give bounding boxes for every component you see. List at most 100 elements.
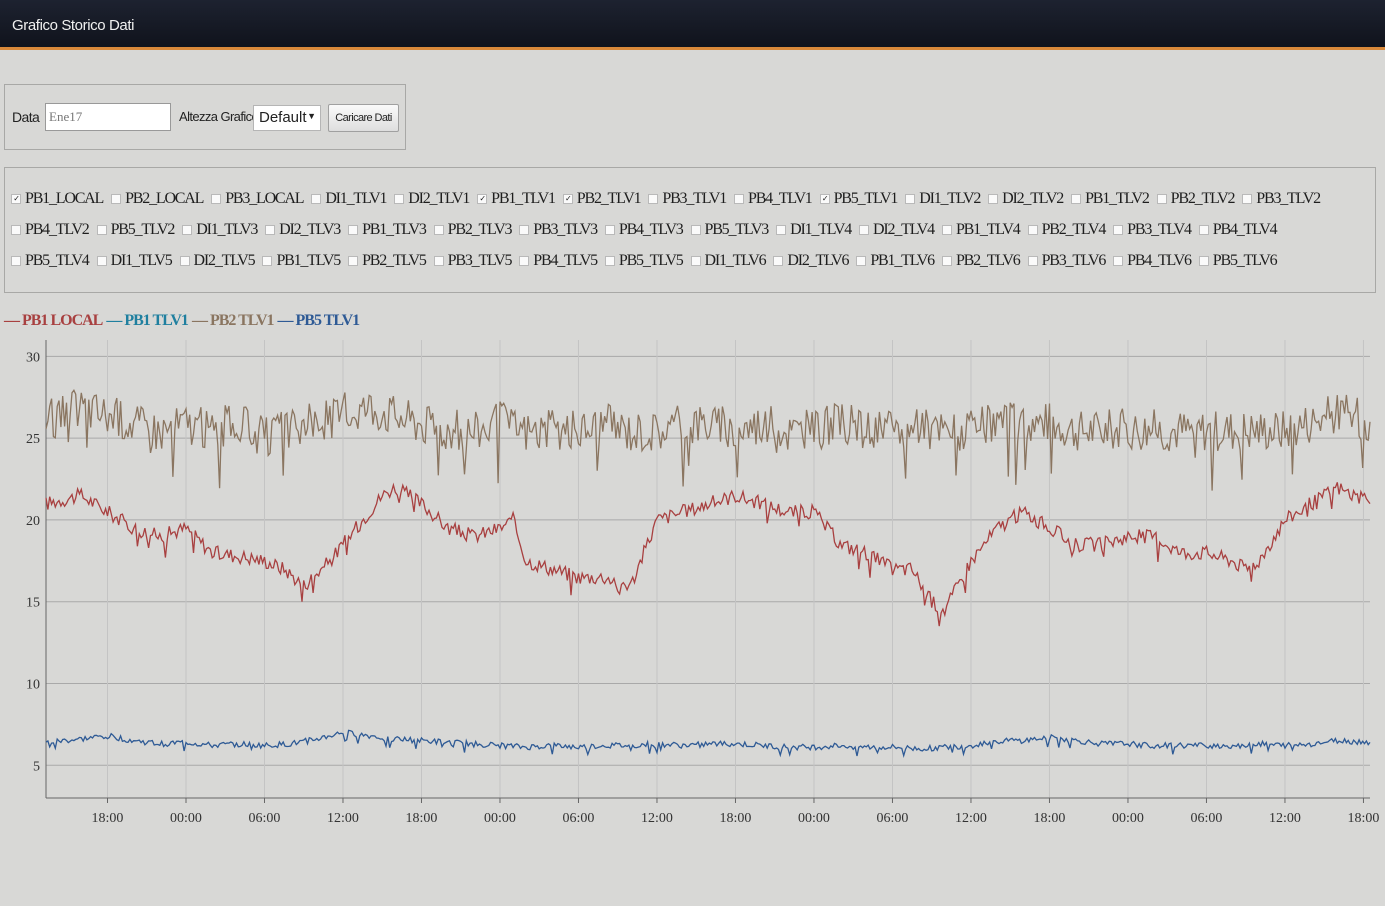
series-option[interactable]: DI2_TLV3 bbox=[265, 219, 341, 240]
series-option[interactable]: DI1_TLV6 bbox=[690, 250, 767, 271]
series-checkbox[interactable] bbox=[311, 193, 322, 204]
series-option-label: DI1_TLV1 bbox=[325, 190, 387, 207]
series-checkbox[interactable] bbox=[1027, 224, 1038, 235]
series-option[interactable]: PB2_TLV4 bbox=[1027, 219, 1106, 240]
series-checkbox[interactable] bbox=[690, 224, 701, 235]
series-option[interactable]: ✓ PB5_TLV1 bbox=[819, 188, 898, 209]
series-checkbox[interactable] bbox=[262, 255, 273, 266]
series-checkbox[interactable] bbox=[211, 193, 222, 204]
series-option[interactable]: DI1_TLV4 bbox=[776, 219, 852, 240]
series-option-label: PB1_TLV6 bbox=[870, 252, 935, 269]
series-option[interactable]: PB2_TLV6 bbox=[941, 250, 1021, 271]
series-checkbox[interactable] bbox=[856, 255, 867, 266]
series-option[interactable]: PB4_TLV5 bbox=[519, 250, 598, 271]
series-option[interactable]: DI1_TLV3 bbox=[182, 219, 258, 240]
series-checkbox[interactable] bbox=[776, 224, 787, 235]
series-checkbox[interactable] bbox=[1113, 255, 1124, 266]
series-checkbox[interactable]: ✓ bbox=[477, 193, 488, 204]
series-checkbox[interactable] bbox=[1242, 193, 1253, 204]
series-option[interactable]: PB1_TLV2 bbox=[1071, 188, 1150, 209]
series-option[interactable]: PB2_TLV3 bbox=[433, 219, 512, 240]
series-option[interactable]: PB3_LOCAL bbox=[211, 188, 305, 209]
series-option[interactable]: PB5_TLV4 bbox=[11, 250, 90, 271]
series-checkbox[interactable] bbox=[11, 255, 21, 266]
date-input[interactable] bbox=[45, 103, 171, 131]
legend-item[interactable]: — PB2 TLV1 bbox=[192, 312, 275, 329]
series-option[interactable]: PB3_TLV5 bbox=[433, 250, 512, 271]
series-checkbox[interactable] bbox=[433, 255, 444, 266]
series-checkbox[interactable] bbox=[265, 224, 276, 235]
series-checkbox[interactable]: ✓ bbox=[11, 193, 21, 204]
series-option[interactable]: PB4_TLV6 bbox=[1113, 250, 1192, 271]
series-option[interactable]: PB3_TLV2 bbox=[1242, 188, 1321, 209]
series-checkbox[interactable]: ✓ bbox=[562, 193, 573, 204]
series-option[interactable]: DI1_TLV2 bbox=[905, 188, 981, 209]
series-checkbox[interactable] bbox=[1113, 224, 1124, 235]
series-option[interactable]: PB4_TLV4 bbox=[1198, 219, 1278, 240]
series-checkbox[interactable] bbox=[988, 193, 999, 204]
series-option[interactable]: PB1_TLV3 bbox=[348, 219, 427, 240]
series-option[interactable]: PB1_TLV5 bbox=[262, 250, 341, 271]
series-checkbox[interactable]: ✓ bbox=[819, 193, 830, 204]
series-checkbox[interactable] bbox=[941, 224, 952, 235]
series-option[interactable]: PB5_TLV5 bbox=[604, 250, 684, 271]
series-option[interactable]: DI2_TLV1 bbox=[394, 188, 470, 209]
series-option[interactable]: PB5_TLV6 bbox=[1198, 250, 1278, 271]
series-checkbox[interactable] bbox=[604, 255, 615, 266]
series-option[interactable]: PB4_TLV1 bbox=[734, 188, 813, 209]
series-option[interactable]: PB4_TLV2 bbox=[11, 219, 90, 240]
series-option[interactable]: PB1_TLV4 bbox=[941, 219, 1021, 240]
series-checkbox[interactable] bbox=[96, 224, 107, 235]
series-option[interactable]: ✓ PB2_TLV1 bbox=[562, 188, 642, 209]
series-option[interactable]: PB5_TLV3 bbox=[690, 219, 769, 240]
series-option[interactable]: PB2_LOCAL bbox=[111, 188, 204, 209]
series-checkbox[interactable] bbox=[11, 224, 21, 235]
series-checkbox[interactable] bbox=[734, 193, 744, 204]
series-checkbox[interactable] bbox=[859, 224, 870, 235]
series-checkbox[interactable] bbox=[348, 224, 359, 235]
series-checkbox[interactable] bbox=[648, 193, 659, 204]
series-option[interactable]: DI2_TLV4 bbox=[859, 219, 935, 240]
series-checkbox[interactable] bbox=[96, 255, 107, 266]
series-option[interactable]: PB2_TLV5 bbox=[348, 250, 427, 271]
series-option[interactable]: PB3_TLV3 bbox=[519, 219, 598, 240]
series-option[interactable]: DI2_TLV6 bbox=[773, 250, 850, 271]
series-checkbox[interactable] bbox=[179, 255, 190, 266]
series-checkbox[interactable] bbox=[1198, 224, 1209, 235]
series-checkbox[interactable] bbox=[941, 255, 952, 266]
series-checkbox[interactable] bbox=[1071, 193, 1082, 204]
series-option[interactable]: PB3_TLV1 bbox=[648, 188, 727, 209]
series-checkbox[interactable] bbox=[433, 224, 444, 235]
series-checkbox[interactable] bbox=[182, 224, 193, 235]
series-checkbox[interactable] bbox=[1027, 255, 1038, 266]
series-checkbox[interactable] bbox=[773, 255, 784, 266]
series-checkbox[interactable] bbox=[1198, 255, 1209, 266]
series-checkbox[interactable] bbox=[905, 193, 916, 204]
series-checkbox[interactable] bbox=[394, 193, 405, 204]
series-checkbox[interactable] bbox=[690, 255, 701, 266]
series-option-label: DI2_TLV6 bbox=[787, 252, 849, 269]
series-option[interactable]: ✓ PB1_LOCAL bbox=[11, 188, 104, 209]
series-checkbox[interactable] bbox=[519, 255, 530, 266]
series-option[interactable]: PB5_TLV2 bbox=[96, 219, 175, 240]
series-option[interactable]: ✓ PB1_TLV1 bbox=[477, 188, 556, 209]
series-option[interactable]: DI1_TLV5 bbox=[96, 250, 173, 271]
legend-item[interactable]: — PB1 LOCAL bbox=[4, 312, 103, 329]
series-checkbox[interactable] bbox=[604, 224, 615, 235]
series-option[interactable]: DI2_TLV2 bbox=[988, 188, 1064, 209]
load-data-button[interactable]: Caricare Dati bbox=[328, 104, 399, 132]
series-option[interactable]: PB4_TLV3 bbox=[604, 219, 684, 240]
series-option[interactable]: PB1_TLV6 bbox=[856, 250, 935, 271]
series-option[interactable]: PB3_TLV6 bbox=[1027, 250, 1106, 271]
legend-item[interactable]: — PB1 TLV1 bbox=[106, 312, 189, 329]
series-checkbox[interactable] bbox=[111, 193, 122, 204]
altezza-select[interactable]: Default ▼ bbox=[253, 105, 321, 131]
series-checkbox[interactable] bbox=[348, 255, 359, 266]
series-option[interactable]: PB2_TLV2 bbox=[1156, 188, 1235, 209]
series-checkbox[interactable] bbox=[519, 224, 530, 235]
legend-item[interactable]: — PB5 TLV1 bbox=[278, 312, 361, 329]
series-option[interactable]: DI2_TLV5 bbox=[179, 250, 256, 271]
series-checkbox[interactable] bbox=[1156, 193, 1167, 204]
series-option[interactable]: PB3_TLV4 bbox=[1113, 219, 1192, 240]
series-option[interactable]: DI1_TLV1 bbox=[311, 188, 387, 209]
